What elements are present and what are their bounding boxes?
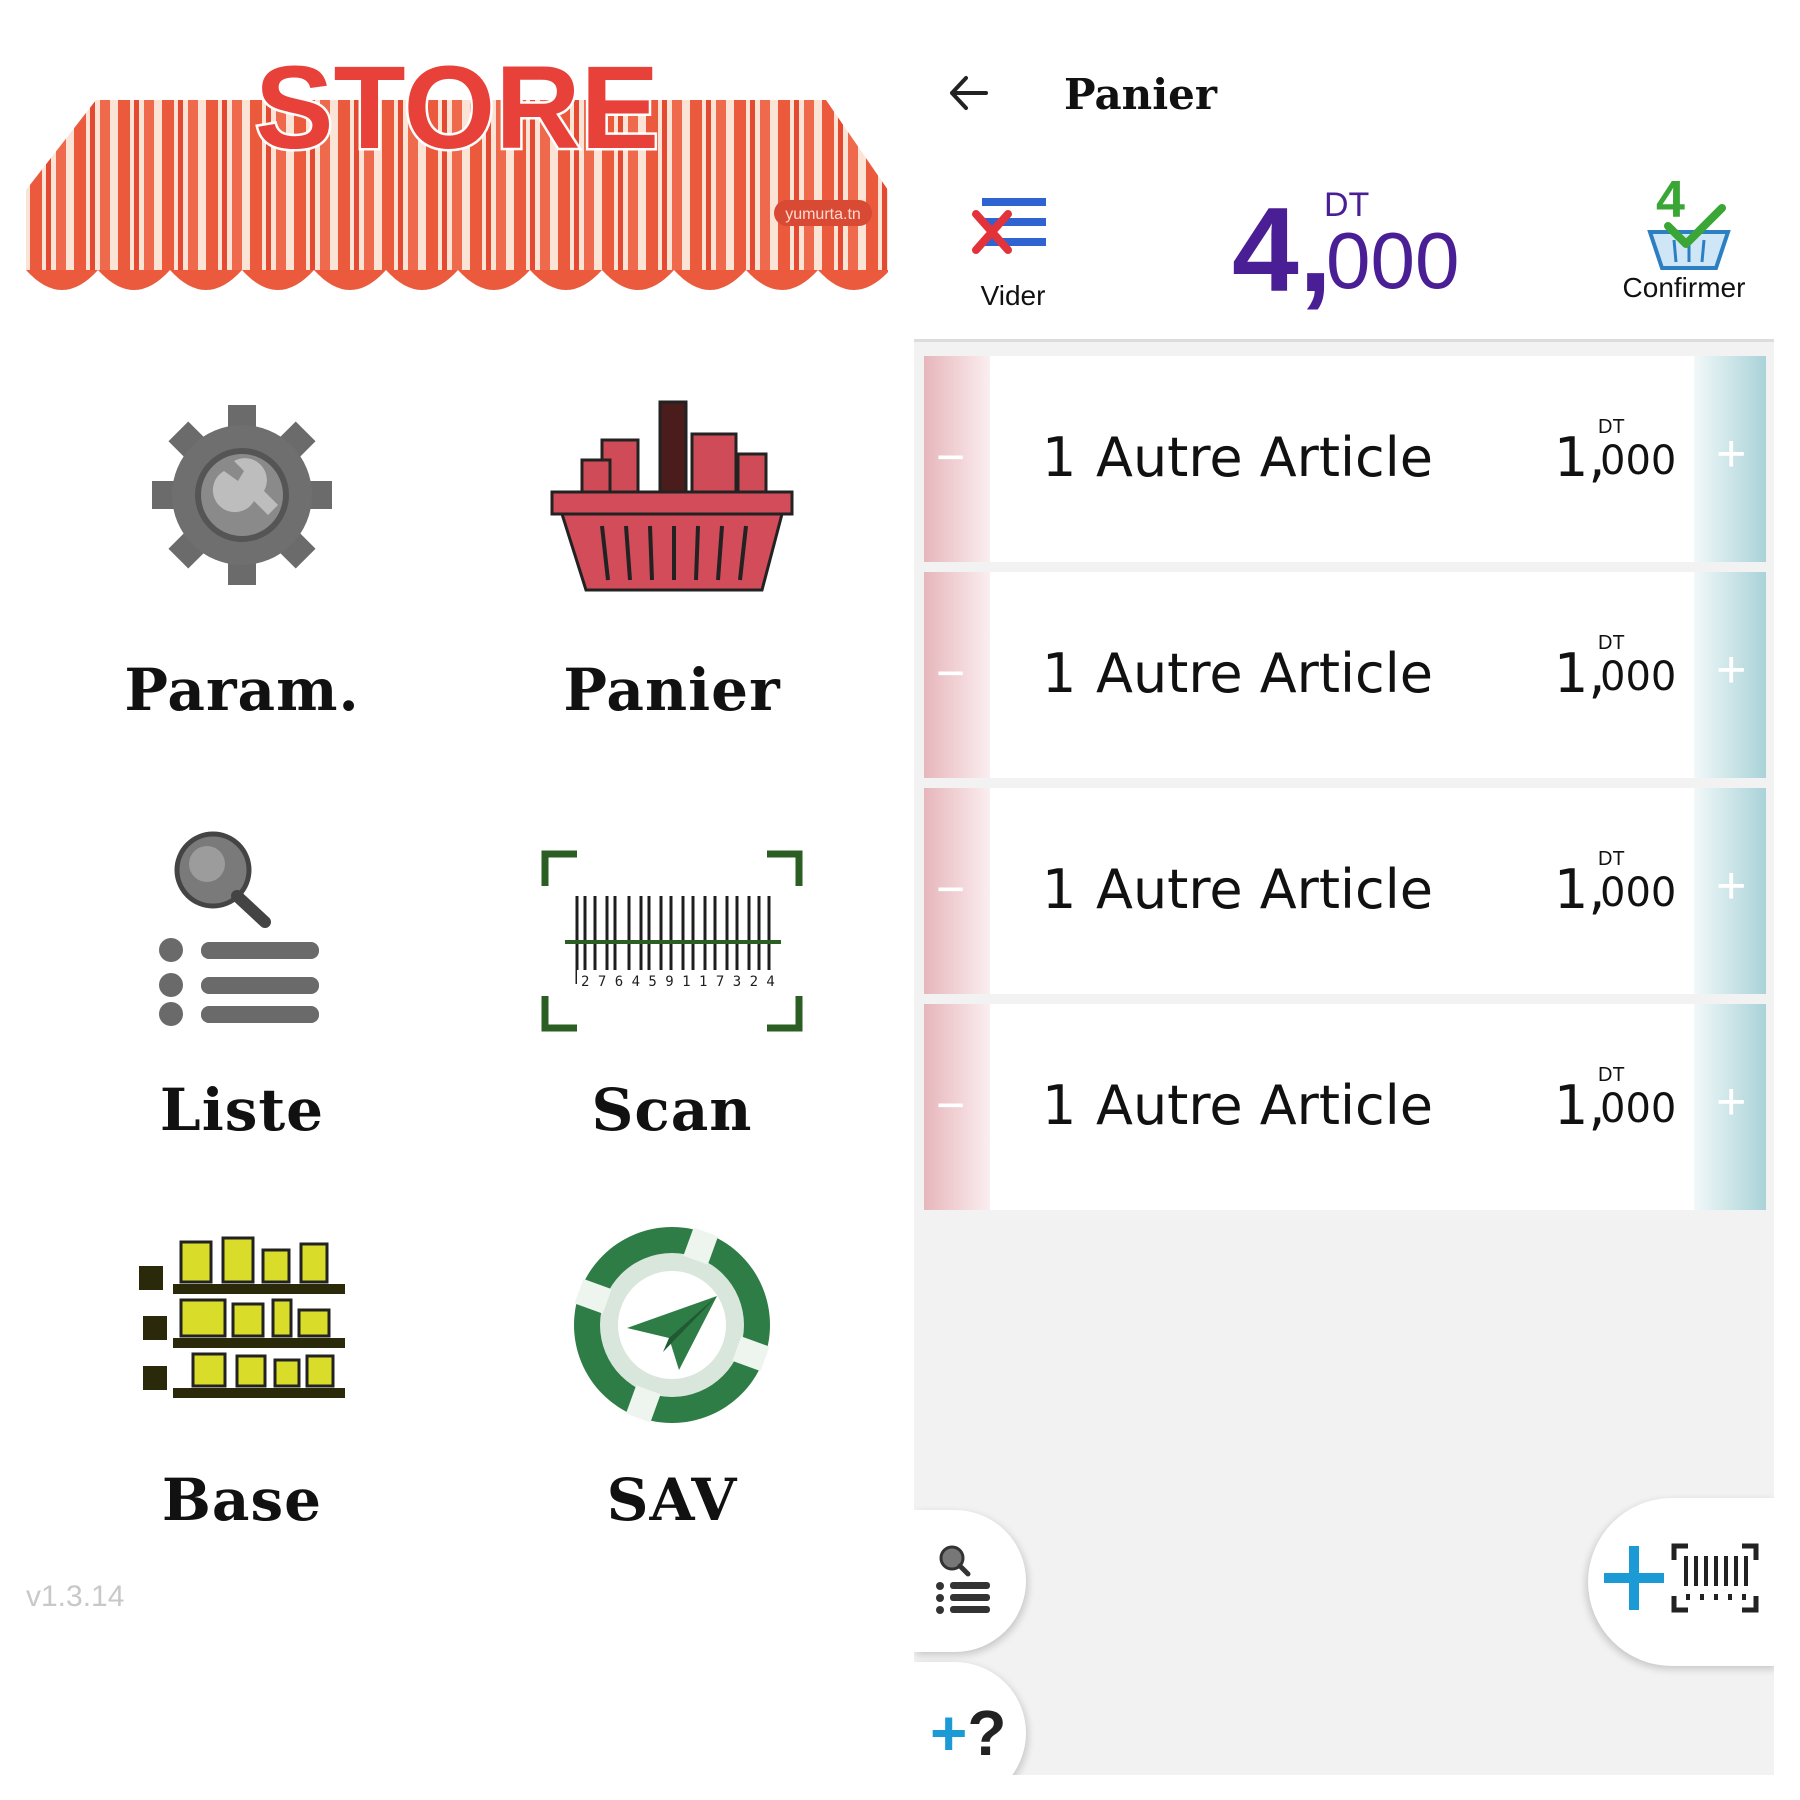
add-by-barcode-button[interactable]: [1588, 1498, 1774, 1666]
item-price-currency: DT: [1598, 848, 1625, 870]
decrease-quantity-button[interactable]: −: [924, 1004, 990, 1210]
plus-icon: +: [1716, 857, 1747, 915]
item-price-currency: DT: [1598, 1064, 1625, 1086]
add-unknown-item-button[interactable]: +?: [914, 1662, 1026, 1775]
increase-quantity-button[interactable]: +: [1694, 356, 1766, 562]
menu-scan[interactable]: 2 7 6 4 5 9 1 1 7 3 2 4 Scan: [522, 820, 822, 1160]
shelves-icon: [139, 1236, 345, 1398]
confirm-label: Confirmer: [1622, 272, 1746, 303]
store-awning-logo: yumurta.tn STORE: [26, 40, 888, 290]
paper-plane-support-icon: [574, 1227, 770, 1423]
minus-icon: −: [936, 861, 966, 917]
cart-item-row: − 1 Autre Article 1, DT 000 +: [924, 572, 1766, 778]
cart-items-list: − 1 Autre Article 1, DT 000 + − 1 Autre …: [924, 356, 1766, 1220]
plus-icon: +: [930, 1697, 968, 1769]
minus-icon: −: [936, 1077, 966, 1133]
decrease-quantity-button[interactable]: −: [924, 356, 990, 562]
increase-quantity-button[interactable]: +: [1694, 1004, 1766, 1210]
item-price-decimals: 000: [1600, 438, 1677, 484]
item-price-decimals: 000: [1600, 870, 1677, 916]
cart-screen: Panier Vider 4, DT 000 4 Confirmer − 1 A…: [914, 30, 1774, 1775]
item-price: 1, DT 000: [1554, 416, 1684, 496]
search-list-icon: [159, 831, 319, 1026]
gear-wrench-icon: [152, 405, 332, 585]
plus-icon: +: [1716, 1073, 1747, 1131]
arrow-left-icon[interactable]: [944, 68, 994, 118]
item-quantity: 1: [1042, 642, 1077, 705]
cart-item-row: − 1 Autre Article 1, DT 000 +: [924, 356, 1766, 562]
clear-list-icon: [972, 198, 1046, 254]
home-screen: yumurta.tn STORE Param. Panier Liste 2 7…: [26, 30, 888, 1775]
menu-scan-label: Scan: [591, 1076, 753, 1144]
confirm-button[interactable]: 4 Confirmer: [1614, 170, 1754, 320]
minus-icon: −: [936, 645, 966, 701]
increase-quantity-button[interactable]: +: [1694, 788, 1766, 994]
basket-check-icon: [1647, 204, 1731, 270]
menu-param-label: Param.: [124, 656, 360, 724]
cart-total: 4, DT 000: [1232, 180, 1472, 320]
menu-liste-label: Liste: [159, 1076, 325, 1144]
cart-item-row: − 1 Autre Article 1, DT 000 +: [924, 788, 1766, 994]
item-quantity: 1: [1042, 858, 1077, 921]
menu-liste[interactable]: Liste: [92, 820, 392, 1160]
decrease-quantity-button[interactable]: −: [924, 572, 990, 778]
item-price-currency: DT: [1598, 632, 1625, 654]
total-decimals: 000: [1326, 216, 1460, 305]
cart-item-row: − 1 Autre Article 1, DT 000 +: [924, 1004, 1766, 1210]
barcode-scan-icon: 2 7 6 4 5 9 1 1 7 3 2 4: [541, 850, 803, 1032]
logo-watermark: yumurta.tn: [785, 206, 861, 223]
question-icon: ?: [967, 1697, 1007, 1769]
cart-summary: Vider 4, DT 000 4 Confirmer: [914, 150, 1774, 342]
item-name: Autre Article: [1096, 858, 1433, 921]
menu-sav[interactable]: SAV: [522, 1227, 822, 1570]
item-price: 1, DT 000: [1554, 632, 1684, 712]
item-price-currency: DT: [1598, 416, 1625, 438]
shopping-basket-icon: [550, 400, 794, 592]
plus-icon: +: [1716, 425, 1747, 483]
item-name: Autre Article: [1096, 426, 1433, 489]
menu-panier[interactable]: Panier: [522, 400, 822, 740]
menu-panier-label: Panier: [563, 656, 781, 724]
add-barcode-icon: [1604, 1543, 1759, 1613]
logo-title: STORE: [255, 42, 659, 174]
item-price-decimals: 000: [1600, 1086, 1677, 1132]
add-unknown-label: +?: [930, 1696, 1006, 1770]
menu-sav-label: SAV: [606, 1466, 738, 1534]
increase-quantity-button[interactable]: +: [1694, 572, 1766, 778]
item-quantity: 1: [1042, 1074, 1077, 1137]
clear-cart-label: Vider: [980, 280, 1046, 311]
page-title: Panier: [1064, 70, 1218, 119]
search-list-button[interactable]: [914, 1510, 1026, 1652]
app-bar: Panier: [914, 30, 1774, 150]
item-quantity: 1: [1042, 426, 1077, 489]
decrease-quantity-button[interactable]: −: [924, 788, 990, 994]
item-name: Autre Article: [1096, 642, 1433, 705]
search-list-icon: [936, 1545, 990, 1614]
item-price: 1, DT 000: [1554, 1064, 1684, 1144]
plus-icon: +: [1716, 641, 1747, 699]
menu-base-label: Base: [161, 1466, 323, 1534]
menu-base[interactable]: Base: [92, 1230, 392, 1570]
svg-text:2 7 6 4 5 9 1 1 7 3 2 4: 2 7 6 4 5 9 1 1 7 3 2 4: [581, 974, 775, 990]
item-price-decimals: 000: [1600, 654, 1677, 700]
menu-param[interactable]: Param.: [92, 400, 392, 740]
clear-cart-button[interactable]: Vider: [958, 190, 1068, 311]
minus-icon: −: [936, 429, 966, 485]
item-name: Autre Article: [1096, 1074, 1433, 1137]
total-integer: 4,: [1232, 183, 1333, 317]
app-version: v1.3.14: [26, 1580, 125, 1613]
item-price: 1, DT 000: [1554, 848, 1684, 928]
